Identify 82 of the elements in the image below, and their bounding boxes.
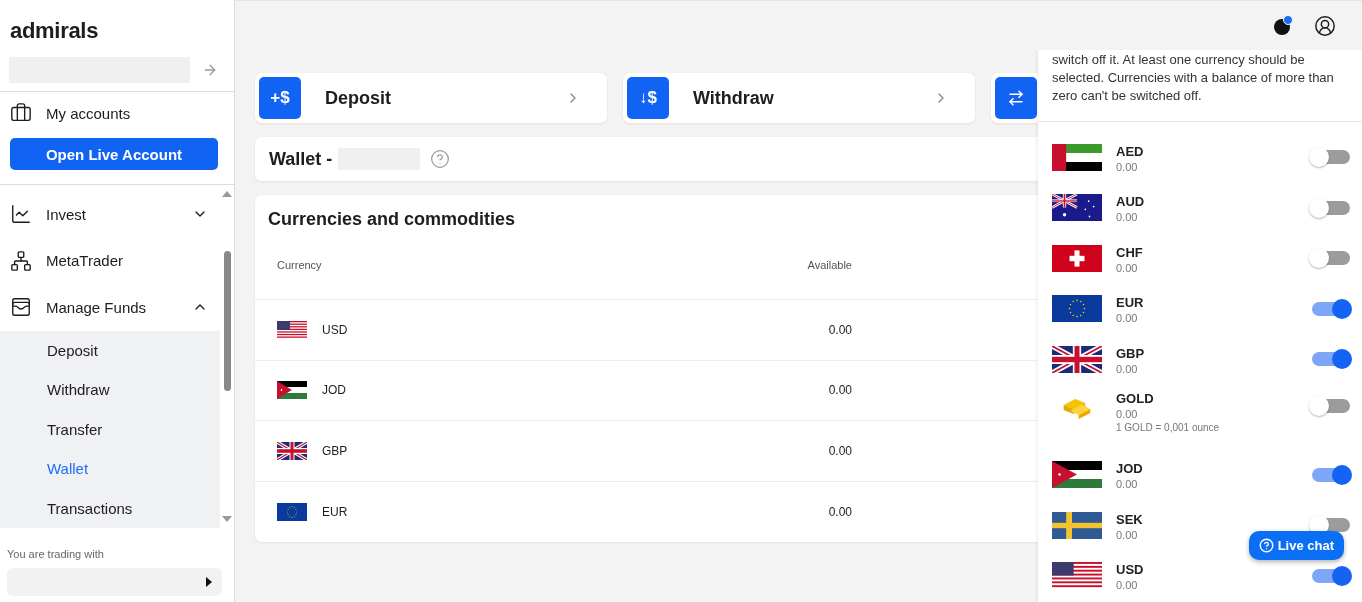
toggle-switch[interactable]	[1312, 352, 1350, 367]
submenu-item[interactable]: Transfer	[0, 409, 220, 449]
trading-label: You are trading with	[7, 548, 105, 560]
available-amount: 0.00	[827, 383, 852, 398]
help-icon	[1258, 538, 1274, 553]
chart-icon	[10, 203, 32, 226]
action-icon: +$	[259, 77, 301, 119]
toggle-switch[interactable]	[1312, 518, 1350, 533]
balance: 0.00	[1116, 407, 1138, 420]
user-icon[interactable]	[1314, 14, 1336, 37]
briefcase-icon	[10, 102, 32, 124]
flag-icon	[1052, 562, 1102, 590]
flag-icon	[1052, 461, 1102, 489]
network-icon	[10, 249, 32, 272]
open-live-account-button[interactable]: Open Live Account	[10, 138, 218, 170]
column-header: Available	[806, 258, 852, 271]
flag-icon	[1052, 143, 1102, 171]
balance: 0.00	[1116, 528, 1138, 541]
available-amount: 0.00	[827, 443, 852, 458]
flag-icon	[277, 502, 307, 521]
logo: admirals	[9, 17, 100, 45]
toggle-switch[interactable]	[1312, 568, 1350, 583]
submenu-item[interactable]: Deposit	[0, 330, 220, 370]
currency-code: AED	[1116, 143, 1144, 159]
toggle-switch[interactable]	[1312, 200, 1350, 215]
currency-code: JOD	[322, 383, 346, 398]
conversion-note: 1 GOLD = 0,001 ounce	[1116, 421, 1220, 433]
submenu-item[interactable]: Transactions	[0, 488, 220, 528]
currency-code: USD	[1116, 562, 1144, 578]
balance: 0.00	[1116, 312, 1138, 325]
submenu-item[interactable]: Withdraw	[0, 370, 220, 410]
arrows-icon	[1007, 89, 1025, 107]
available-amount: 0.00	[827, 322, 852, 337]
flag-icon	[277, 441, 307, 460]
nav-item[interactable]: Invest	[0, 191, 220, 238]
currency-code: EUR	[1116, 295, 1144, 311]
currency-code: JOD	[1116, 461, 1143, 477]
card-title: Currencies and commodities	[267, 208, 517, 230]
currency-code: GBP	[322, 443, 348, 458]
toggle-switch[interactable]	[1312, 301, 1350, 316]
flag-icon	[1052, 194, 1102, 222]
flag-icon	[1052, 345, 1102, 373]
balance: 0.00	[1116, 211, 1138, 224]
my-accounts-link[interactable]: My accounts	[0, 92, 234, 134]
panel-description: switch off it. At least one currency should be selected. Currencies with a balance of more than zero can't be switched off.	[1038, 50, 1362, 122]
currency-code: GBP	[1116, 345, 1145, 361]
flag-icon	[277, 381, 307, 400]
submenu-item[interactable]: Wallet	[0, 449, 220, 489]
toggle-switch[interactable]	[1312, 467, 1350, 482]
toggle-switch[interactable]	[1312, 251, 1350, 266]
flag-icon	[277, 320, 307, 339]
toggle-switch[interactable]	[1312, 150, 1350, 165]
help-icon[interactable]	[430, 149, 451, 169]
nav-label: My accounts	[46, 104, 131, 122]
nav-item[interactable]: Manage Funds	[0, 284, 220, 331]
currency-code: EUR	[322, 504, 348, 519]
action-card[interactable]: +$ Deposit	[255, 73, 607, 123]
balance: 0.00	[1116, 160, 1138, 173]
balance: 0.00	[1116, 478, 1138, 491]
nav-item[interactable]: MetaTrader	[0, 237, 220, 284]
flag-icon	[1052, 244, 1102, 272]
wallet-icon	[10, 296, 32, 319]
currency-code: SEK	[1116, 511, 1143, 527]
currency-code: USD	[322, 322, 348, 337]
available-amount: 0.00	[827, 504, 852, 519]
wallet-title: Wallet -	[269, 148, 333, 170]
action-label: Deposit	[325, 87, 392, 109]
currency-code: CHF	[1116, 244, 1143, 260]
balance: 0.00	[1116, 362, 1138, 375]
column-header: Currency	[277, 258, 323, 271]
action-label: Withdraw	[693, 87, 775, 109]
live-chat-button[interactable]: Live chat	[1248, 531, 1344, 560]
flag-icon	[1052, 511, 1102, 539]
currency-code: GOLD	[1116, 390, 1154, 406]
balance: 0.00	[1116, 261, 1138, 274]
action-card[interactable]: ↓$ Withdraw	[623, 73, 975, 123]
toggle-switch[interactable]	[1312, 398, 1350, 413]
flag-icon	[1052, 295, 1102, 323]
notification-icon[interactable]	[1272, 14, 1294, 37]
action-icon: ↓$	[627, 77, 669, 119]
currency-code: AUD	[1116, 194, 1145, 210]
balance: 0.00	[1116, 579, 1138, 592]
